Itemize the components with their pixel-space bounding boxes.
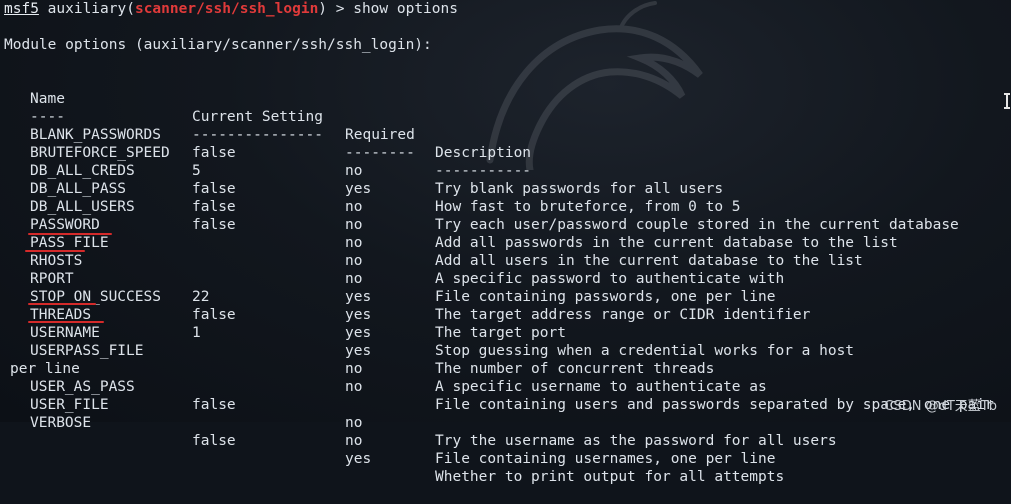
table-row: RHOSTS yes The target address range or C… bbox=[4, 234, 1011, 323]
table-row: STOP_ON_SUCCESS false yes Stop guessing … bbox=[4, 270, 1011, 359]
table-row: DB_ALL_CREDS false no Try each user/pass… bbox=[4, 144, 1011, 233]
table-row: USERNAME no A specific username to authe… bbox=[4, 306, 1011, 395]
table-row: PASSWORD no A specific password to authe… bbox=[4, 198, 1011, 287]
table-row-wrap: per line bbox=[4, 342, 1011, 377]
table-row: VERBOSE false yes Whether to print outpu… bbox=[4, 396, 1011, 485]
option-required: no bbox=[345, 415, 363, 431]
option-description: File containing usernames, one per line bbox=[435, 451, 776, 467]
table-row: DB_ALL_USERS false no Add all users in t… bbox=[4, 180, 1011, 269]
table-row: DB_ALL_PASS false no Add all passwords i… bbox=[4, 162, 1011, 251]
rhosts-underline bbox=[25, 250, 85, 252]
csdn-watermark: CSDN @dT天蓝Tb bbox=[884, 399, 997, 414]
table-row: PASS_FILE no File containing passwords, … bbox=[4, 216, 1011, 305]
table-row: USER_FILE no File containing usernames, … bbox=[4, 378, 1011, 467]
option-description: Whether to print output for all attempts bbox=[435, 469, 785, 485]
prompt-module-path: scanner/ssh/ssh_login bbox=[134, 1, 319, 17]
prompt-line: msf5 auxiliary(scanner/ssh/ssh_login) > … bbox=[4, 0, 1011, 18]
table-row: BRUTEFORCE_SPEED 5 yes How fast to brute… bbox=[4, 126, 1011, 215]
table-row: USER_AS_PASS false no Try the username a… bbox=[4, 360, 1011, 449]
option-required: no bbox=[345, 433, 363, 449]
table-row: RPORT 22 yes The target port bbox=[4, 252, 1011, 341]
terminal-window[interactable]: msf5 auxiliary(scanner/ssh/ssh_login) > … bbox=[0, 0, 1011, 485]
table-row: USERPASS_FILE no File containing users a… bbox=[4, 324, 1011, 413]
prompt-module-keyword: auxiliary( bbox=[47, 1, 135, 17]
option-description: Try the username as the password for all… bbox=[435, 433, 837, 449]
ibeam-cursor-icon bbox=[1004, 93, 1010, 109]
pass-file-underline bbox=[28, 233, 112, 235]
table-separator-row: ---- --------------- -------- ----------… bbox=[4, 90, 1011, 179]
username-underline bbox=[28, 321, 104, 323]
option-setting: false bbox=[192, 433, 236, 449]
table-row: BLANK_PASSWORDS false no Try blank passw… bbox=[4, 108, 1011, 197]
module-options-heading: Module options (auxiliary/scanner/ssh/ss… bbox=[4, 37, 432, 53]
option-name: VERBOSE bbox=[30, 415, 92, 431]
table-row: THREADS 1 yes The number of concurrent t… bbox=[4, 288, 1011, 377]
prompt-command: ) > show options bbox=[318, 1, 458, 17]
msf-prompt: msf5 bbox=[4, 1, 39, 17]
threads-underline bbox=[28, 303, 96, 305]
table-header-row: Name Current Setting Required Descriptio… bbox=[4, 72, 1011, 161]
option-required: yes bbox=[345, 451, 372, 467]
